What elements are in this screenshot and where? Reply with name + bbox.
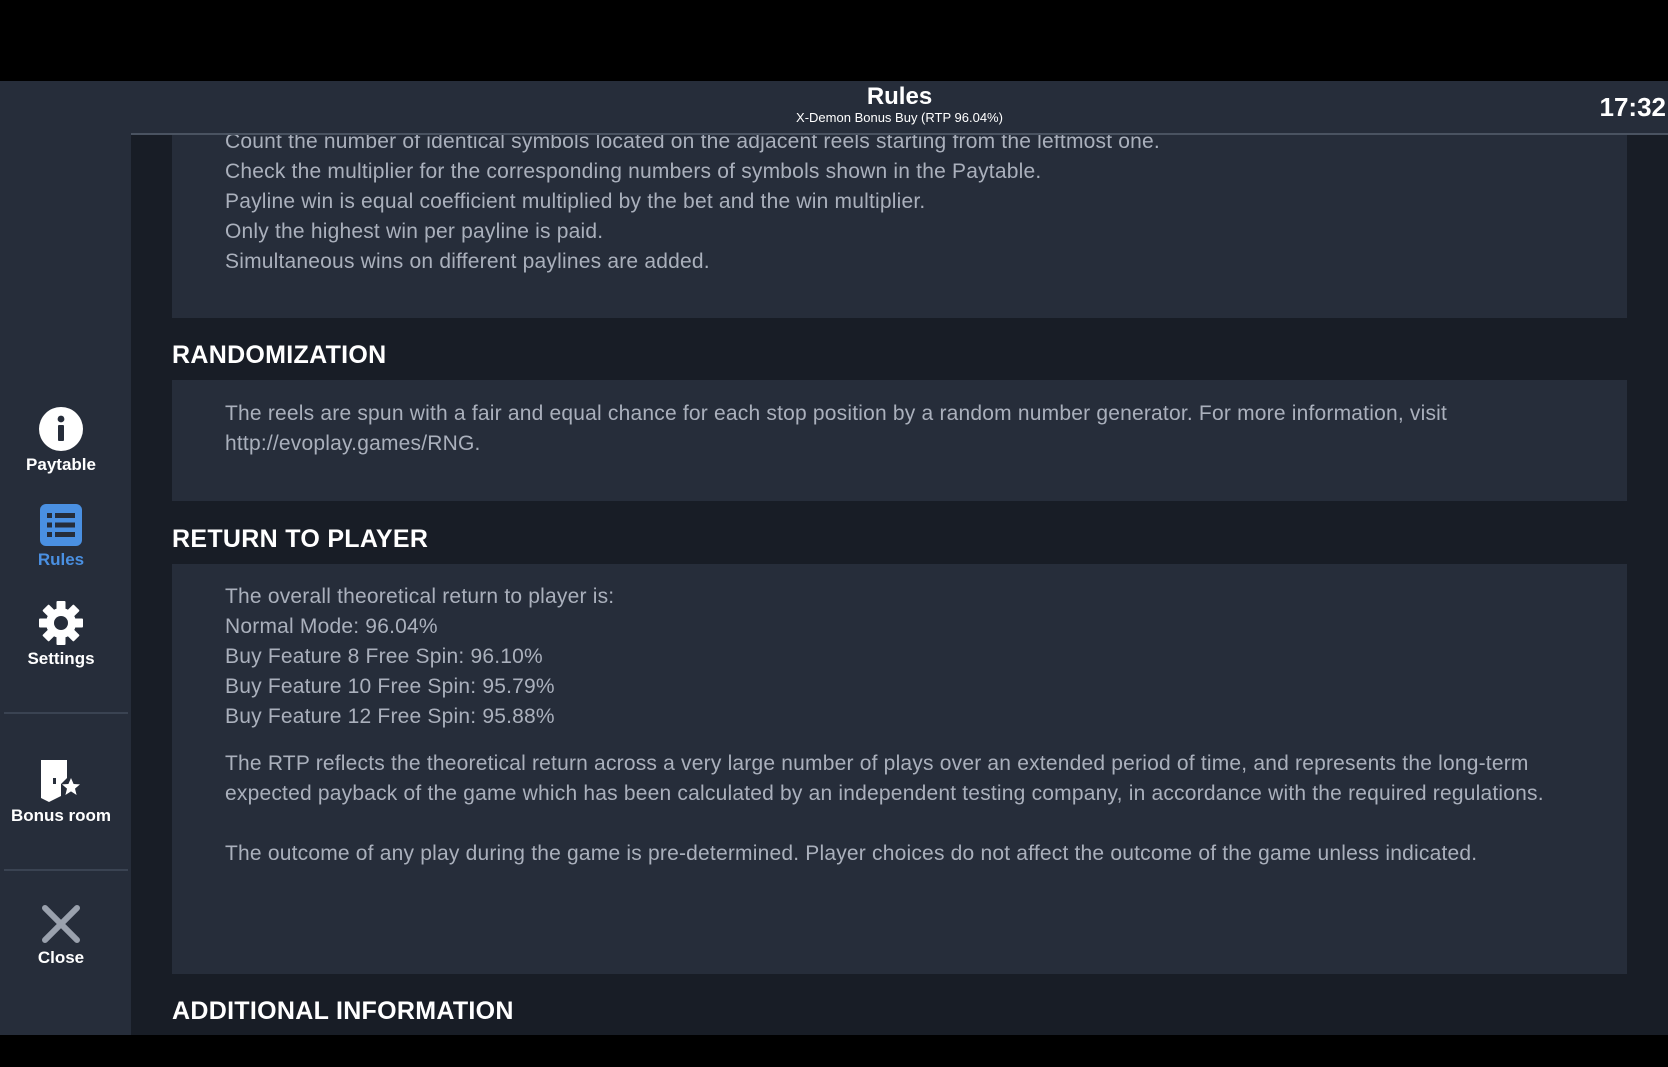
sidebar-item-bonus-room[interactable]: Bonus room	[0, 758, 122, 826]
section-title-randomization: RANDOMIZATION	[172, 341, 387, 369]
sidebar-item-label: Bonus room	[10, 806, 112, 825]
rtp-line: The overall theoretical return to player…	[225, 585, 615, 608]
rule-line: Count the number of identical symbols lo…	[225, 135, 1160, 153]
page-title: Rules	[866, 83, 933, 110]
sidebar-item-rules[interactable]: Rules	[0, 504, 122, 570]
rules-content[interactable]: Count the number of identical symbols lo…	[131, 135, 1668, 1035]
game-subtitle: X-Demon Bonus Buy (RTP 96.04%)	[796, 110, 1003, 125]
randomization-panel: The reels are spun with a fair and equal…	[172, 380, 1627, 501]
sidebar-item-close[interactable]: Close	[0, 904, 122, 968]
outcome-paragraph: The outcome of any play during the game …	[225, 842, 1478, 865]
sidebar-item-paytable[interactable]: Paytable	[0, 407, 122, 475]
sidebar-item-label: Paytable	[26, 455, 96, 474]
sidebar-item-settings[interactable]: Settings	[0, 601, 122, 669]
randomization-text: The reels are spun with a fair and equal…	[225, 402, 1448, 455]
section-title-rtp: RETURN TO PLAYER	[172, 525, 429, 553]
section-title-additional: ADDITIONAL INFORMATION	[172, 997, 514, 1025]
list-icon	[40, 504, 82, 546]
rule-line: Simultaneous wins on different paylines …	[225, 250, 710, 273]
sidebar-divider	[4, 712, 128, 714]
clock: 17:32	[1599, 92, 1667, 122]
sidebar-item-label: Close	[37, 948, 85, 967]
sidebar-divider	[4, 869, 128, 871]
rule-line: Check the multiplier for the correspondi…	[225, 160, 1042, 183]
rules-main: Rules X-Demon Bonus Buy (RTP 96.04%) 17:…	[131, 81, 1668, 1035]
close-icon	[42, 905, 80, 943]
rtp-line: Buy Feature 12 Free Spin: 95.88%	[225, 705, 555, 728]
sidebar: Paytable Rules Settings Bonus room Close	[0, 81, 131, 1035]
info-icon	[39, 407, 83, 451]
sidebar-item-label: Rules	[37, 550, 85, 569]
rtp-line: Normal Mode: 96.04%	[225, 615, 438, 638]
rtp-line: Buy Feature 10 Free Spin: 95.79%	[225, 675, 555, 698]
rtp-paragraph: The RTP reflects the theoretical return …	[225, 752, 1544, 805]
sidebar-item-label: Settings	[27, 649, 95, 668]
rule-line: Only the highest win per payline is paid…	[225, 220, 604, 243]
gear-icon	[39, 601, 83, 645]
header: Rules X-Demon Bonus Buy (RTP 96.04%) 17:…	[131, 81, 1668, 135]
status-bar-bottom	[0, 1035, 1668, 1067]
rtp-panel: The overall theoretical return to player…	[172, 564, 1627, 974]
paylines-panel: Count the number of identical symbols lo…	[172, 135, 1627, 318]
status-bar-top	[0, 0, 1668, 81]
rule-line: Payline win is equal coefficient multipl…	[225, 190, 926, 213]
rtp-line: Buy Feature 8 Free Spin: 96.10%	[225, 645, 543, 668]
door-star-icon	[41, 760, 80, 802]
